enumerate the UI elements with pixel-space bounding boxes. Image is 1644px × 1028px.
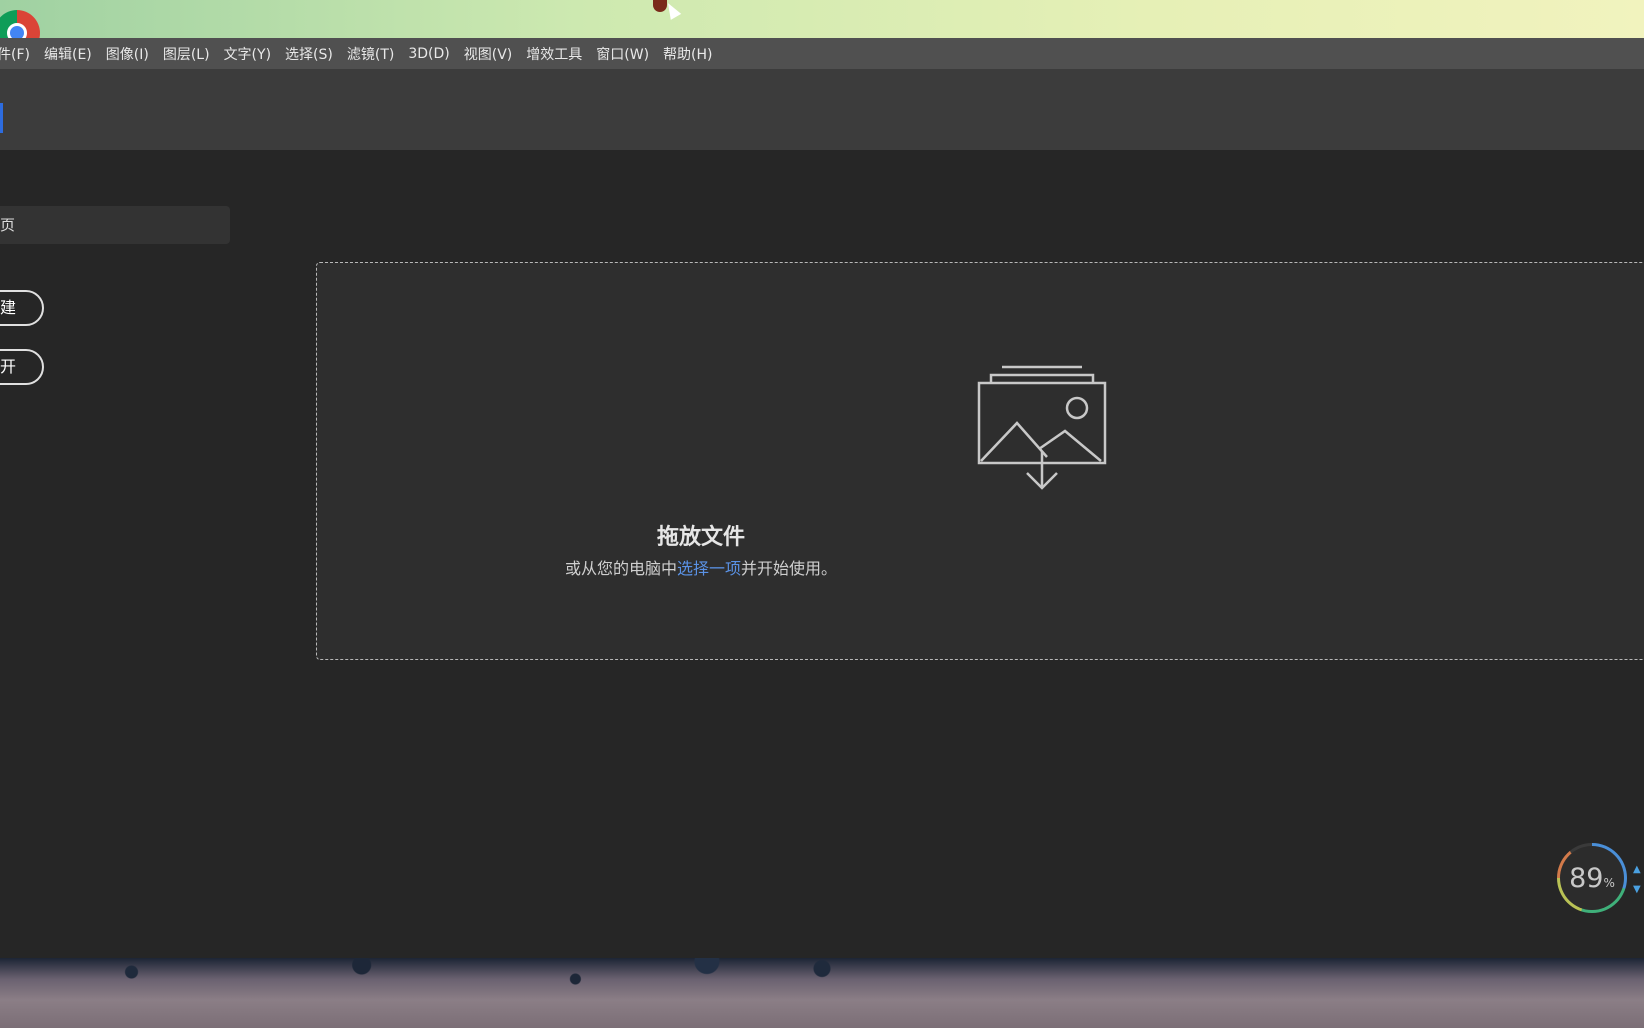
select-file-link[interactable]: 选择一项 — [677, 559, 741, 578]
cpu-usage-value: 89 — [1569, 862, 1604, 894]
drop-zone-subtitle-prefix: 或从您的电脑中 — [564, 559, 677, 578]
file-drop-zone[interactable]: 拖放文件 或从您的电脑中选择一项并开始使用。 — [316, 262, 1644, 660]
menu-plugins[interactable]: 增效工具 — [519, 44, 589, 64]
cpu-usage-unit: % — [1603, 876, 1615, 890]
menu-window[interactable]: 窗口(W) — [589, 44, 656, 64]
options-bar — [0, 69, 1644, 150]
desktop-wallpaper-bottom — [0, 958, 1644, 1028]
menu-type[interactable]: 文字(Y) — [217, 44, 278, 64]
menu-file[interactable]: 件(F) — [0, 44, 37, 64]
home-indicator — [0, 103, 3, 133]
upload-arrow-icon: ▲ — [1633, 864, 1641, 875]
cpu-usage-readout: 89% — [1560, 846, 1624, 910]
desktop-wallpaper-top — [0, 0, 1644, 38]
menu-3d[interactable]: 3D(D) — [401, 46, 456, 62]
cpu-usage-gauge[interactable]: 89% — [1557, 843, 1627, 913]
menu-view[interactable]: 视图(V) — [457, 44, 520, 64]
sidebar-item-home[interactable]: 页 — [0, 206, 230, 244]
menu-select[interactable]: 选择(S) — [278, 44, 340, 64]
menu-bar: 件(F) 编辑(E) 图像(I) 图层(L) 文字(Y) 选择(S) 滤镜(T)… — [0, 38, 1644, 69]
menu-edit[interactable]: 编辑(E) — [37, 44, 99, 64]
menu-layer[interactable]: 图层(L) — [156, 44, 217, 64]
drop-zone-subtitle-suffix: 并开始使用。 — [741, 559, 838, 578]
menu-filter[interactable]: 滤镜(T) — [340, 44, 401, 64]
drop-zone-title: 拖放文件 — [656, 525, 745, 550]
new-file-button[interactable]: 建 — [0, 290, 44, 326]
open-file-button[interactable]: 开 — [0, 349, 44, 385]
menu-image[interactable]: 图像(I) — [99, 44, 156, 64]
drop-zone-subtitle: 或从您的电脑中选择一项并开始使用。 — [32, 555, 1370, 579]
menu-help[interactable]: 帮助(H) — [656, 44, 719, 64]
network-speed-arrows: ▲ ▼ — [1633, 860, 1643, 900]
image-download-icon — [977, 365, 1107, 490]
download-arrow-icon: ▼ — [1633, 884, 1641, 895]
home-screen: 页 建 开 拖放文件 或从您的电脑中选择一项并开始使用。 — [0, 150, 1644, 958]
